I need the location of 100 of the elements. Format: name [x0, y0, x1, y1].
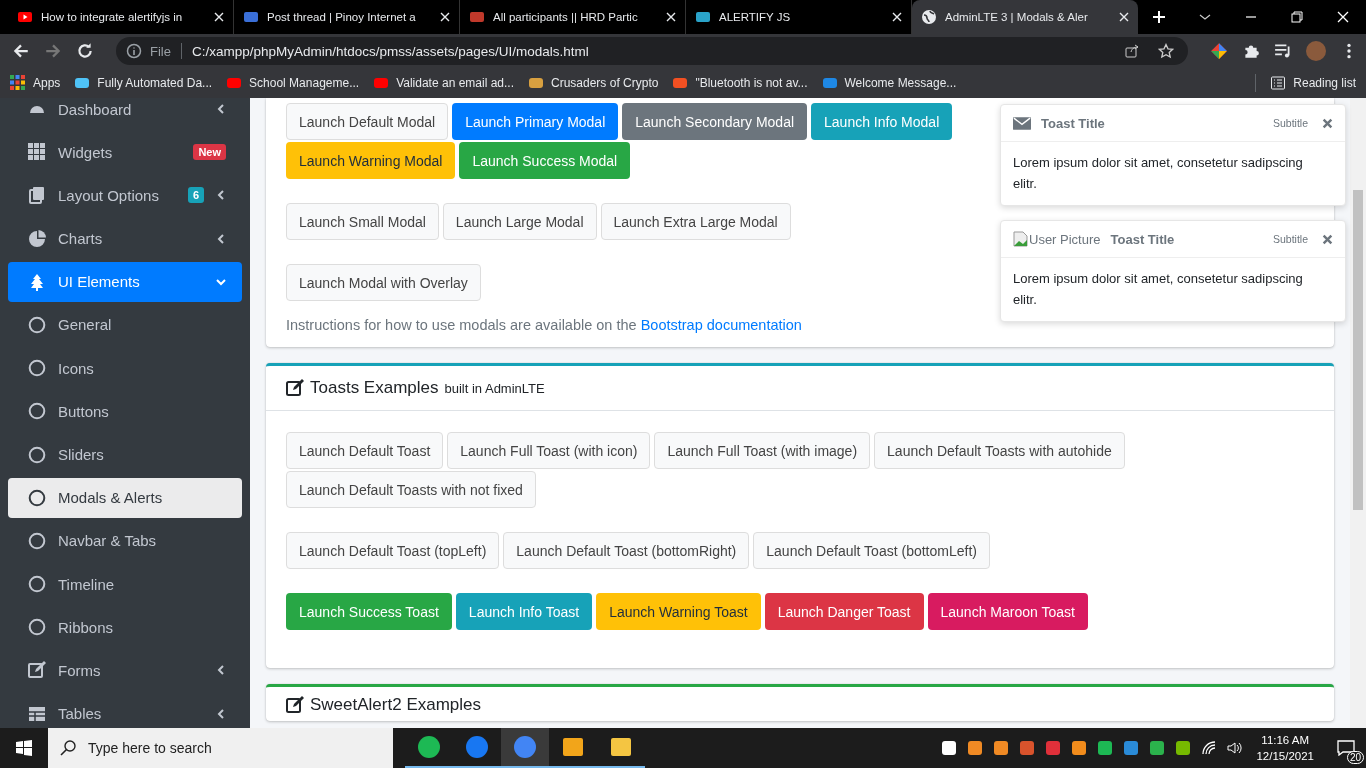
app-icon — [513, 735, 537, 759]
launch-button[interactable]: Launch Extra Large Modal — [600, 203, 791, 240]
sidebar-subitem[interactable]: General — [8, 304, 242, 345]
favicon-icon — [226, 75, 243, 91]
sidebar-item[interactable]: UI Elements — [8, 261, 242, 302]
launch-button[interactable]: Launch Warning Modal — [286, 142, 456, 179]
apps-grid-icon — [10, 75, 26, 91]
sidebar-subitem[interactable]: Icons — [8, 348, 242, 389]
circle-icon — [28, 402, 46, 421]
sidebar-subitem[interactable]: Ribbons — [8, 607, 242, 648]
tray-app-icon[interactable] — [993, 740, 1010, 756]
launch-button[interactable]: Launch Default Toast (bottomLeft) — [753, 532, 990, 569]
url-text: C:/xampp/phpMyAdmin/htdocs/pmss/assets/pages/UI/modals.html — [191, 43, 589, 59]
reading-list-button[interactable]: Reading list — [1270, 75, 1356, 91]
circle-icon — [28, 531, 46, 550]
documentation-link[interactable]: Bootstrap documentation — [640, 317, 802, 333]
tray-app-icon[interactable] — [941, 740, 958, 756]
instructions-text: Instructions for how to use modals are available on the Bootstrap documentation — [286, 317, 803, 333]
globe-icon — [921, 9, 937, 25]
tray-app-icon[interactable] — [1097, 740, 1114, 756]
favicon-icon — [373, 75, 390, 91]
circle-icon — [28, 359, 46, 378]
sidebar-item[interactable]: Forms — [8, 650, 242, 691]
sidebar-subitem[interactable]: Modals & Alerts — [8, 477, 242, 518]
volume-icon[interactable] — [1227, 740, 1244, 756]
toast-subtitle: Subtitle — [1272, 117, 1308, 129]
app-icon — [417, 735, 441, 759]
circle-icon — [28, 575, 46, 594]
sidebar-item[interactable]: Dashboard — [8, 98, 242, 129]
favicon-icon — [74, 75, 91, 91]
address-bar[interactable]: File C:/xampp/phpMyAdmin/htdocs/pmss/assets/pages/UI/modals.html — [116, 37, 1188, 65]
launch-button[interactable]: Launch Full Toast (with image) — [654, 432, 871, 469]
back-arrow-icon[interactable] — [12, 42, 30, 60]
favicon-icon — [243, 9, 259, 25]
plus-icon[interactable] — [1152, 10, 1166, 24]
bookmark[interactable]: Welcome Message... — [821, 75, 957, 91]
sidebar-item[interactable]: Charts — [8, 218, 242, 259]
menu-item-icon — [28, 143, 46, 162]
favicon-icon — [695, 9, 711, 25]
url-scheme: File — [150, 43, 171, 59]
forward-arrow-icon[interactable] — [44, 42, 62, 60]
favicon-icon — [469, 9, 485, 25]
favicon-icon — [821, 75, 838, 91]
bookmark[interactable]: School Manageme... — [226, 75, 360, 91]
launch-button[interactable]: Launch Secondary Modal — [622, 103, 808, 140]
launch-button[interactable]: Launch Default Toasts with not fixed — [286, 471, 536, 508]
launch-button[interactable]: Launch Default Modal — [286, 103, 449, 140]
app-icon — [609, 735, 633, 759]
taskbar-clock[interactable]: 11:16 AM 12/15/2021 — [1256, 732, 1314, 764]
bookmark[interactable]: Validate an email ad... — [373, 75, 514, 91]
colorful-extension-icon[interactable] — [1210, 42, 1228, 60]
taskbar-app[interactable] — [501, 728, 549, 768]
star-icon[interactable] — [1158, 43, 1174, 59]
scrollbar[interactable] — [1350, 98, 1366, 728]
bookmark[interactable]: Crusaders of Crypto — [528, 75, 659, 91]
apps-bookmark[interactable]: Apps — [10, 75, 61, 91]
browser-tab[interactable]: AdminLTE 3 | Modals & Aler — [912, 0, 1138, 34]
playlist-icon[interactable] — [1274, 42, 1292, 60]
sidebar-item[interactable]: Tables — [8, 693, 242, 728]
launch-button[interactable]: Launch Warning Toast — [596, 593, 761, 630]
sidebar-item[interactable]: Layout Options 6 — [8, 175, 242, 216]
toast-subtitle: Subtitle — [1272, 233, 1308, 245]
wifi-icon[interactable] — [1201, 740, 1218, 756]
launch-button[interactable]: Launch Modal with Overlay — [286, 264, 481, 301]
sidebar-subitem[interactable]: Timeline — [8, 564, 242, 605]
menu-item-icon — [28, 704, 46, 723]
search-field[interactable]: Type here to search — [48, 728, 393, 768]
sidebar-subitem[interactable]: Navbar & Tabs — [8, 520, 242, 561]
notification-button[interactable]: 20 — [1326, 728, 1366, 768]
sidebar-subitem[interactable]: Sliders — [8, 434, 242, 475]
launch-button[interactable]: Launch Small Modal — [286, 203, 439, 240]
bookmark[interactable]: "Bluetooth is not av... — [672, 75, 808, 91]
launch-button[interactable]: Launch Danger Toast — [764, 593, 924, 630]
launch-button[interactable]: Launch Large Modal — [442, 203, 597, 240]
card-title: SweetAlert2 Examples — [310, 695, 482, 715]
windows-logo-icon[interactable] — [16, 740, 32, 756]
restore-icon[interactable] — [1290, 10, 1304, 24]
badge: 6 — [187, 187, 204, 204]
launch-button[interactable]: Launch Primary Modal — [452, 103, 619, 140]
envelope-icon — [1013, 116, 1031, 130]
launch-button[interactable]: Launch Maroon Toast — [927, 593, 1088, 630]
search-icon — [60, 740, 76, 756]
info-icon — [126, 43, 142, 59]
share-icon[interactable] — [1124, 43, 1140, 59]
bookmark[interactable]: Fully Automated Da... — [74, 75, 213, 91]
launch-button[interactable]: Launch Default Toasts with autohide — [874, 432, 1125, 469]
tray-app-icon[interactable] — [1149, 740, 1166, 756]
launch-button[interactable]: Launch Full Toast (with icon) — [447, 432, 651, 469]
reload-icon[interactable] — [76, 42, 94, 60]
tray-app-icon[interactable] — [967, 740, 984, 756]
toast-message: Lorem ipsum dolor sit amet, consetetur sadipscing elitr. — [1012, 154, 1304, 193]
launch-button[interactable]: Launch Default Toast — [286, 432, 444, 469]
sidebar-item[interactable]: Widgets New — [8, 132, 242, 173]
favicon-icon — [672, 75, 689, 91]
launch-button[interactable]: Launch Default Toast (topLeft) — [286, 532, 500, 569]
circle-icon — [28, 445, 46, 464]
tray-app-icon[interactable] — [1071, 740, 1088, 756]
tray-app-icon[interactable] — [1175, 740, 1192, 756]
sidebar-subitem[interactable]: Buttons — [8, 391, 242, 432]
launch-button[interactable]: Launch Default Toast (bottomRight) — [503, 532, 750, 569]
